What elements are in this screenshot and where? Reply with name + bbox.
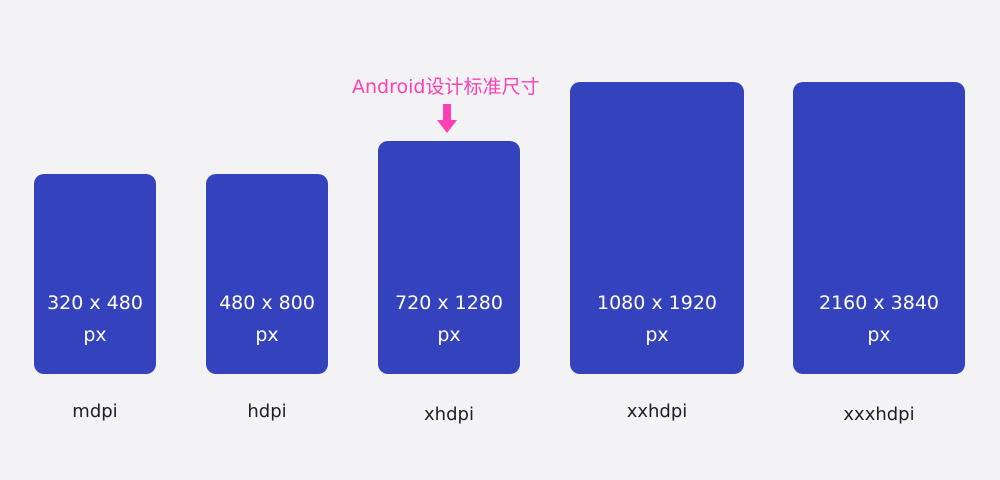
density-label-mdpi: mdpi	[72, 401, 118, 422]
density-label-xhdpi: xhdpi	[424, 404, 474, 425]
device-unit: px	[255, 324, 279, 346]
device-unit: px	[645, 324, 669, 346]
device-card-xxxhdpi: 2160 x 3840 px	[793, 82, 965, 374]
device-resolution: 1080 x 1920	[596, 292, 718, 314]
device-unit: px	[437, 324, 461, 346]
density-label-hdpi: hdpi	[247, 401, 287, 422]
device-resolution: 720 x 1280	[395, 292, 503, 314]
density-label-xxxhdpi: xxxhdpi	[843, 404, 915, 425]
device-card-mdpi: 320 x 480 px	[34, 174, 156, 374]
android-standard-size-callout: Android设计标准尺寸	[352, 76, 540, 98]
device-resolution: 320 x 480	[47, 292, 143, 314]
device-resolution: 480 x 800	[219, 292, 315, 314]
down-arrow-icon	[437, 104, 457, 133]
density-label-xxhdpi: xxhdpi	[626, 401, 688, 422]
device-card-xxhdpi: 1080 x 1920 px	[570, 82, 744, 374]
device-resolution: 2160 x 3840	[818, 292, 940, 314]
device-unit: px	[867, 324, 891, 346]
device-card-hdpi: 480 x 800 px	[206, 174, 328, 374]
device-unit: px	[83, 324, 107, 346]
device-card-xhdpi: 720 x 1280 px	[378, 141, 520, 374]
